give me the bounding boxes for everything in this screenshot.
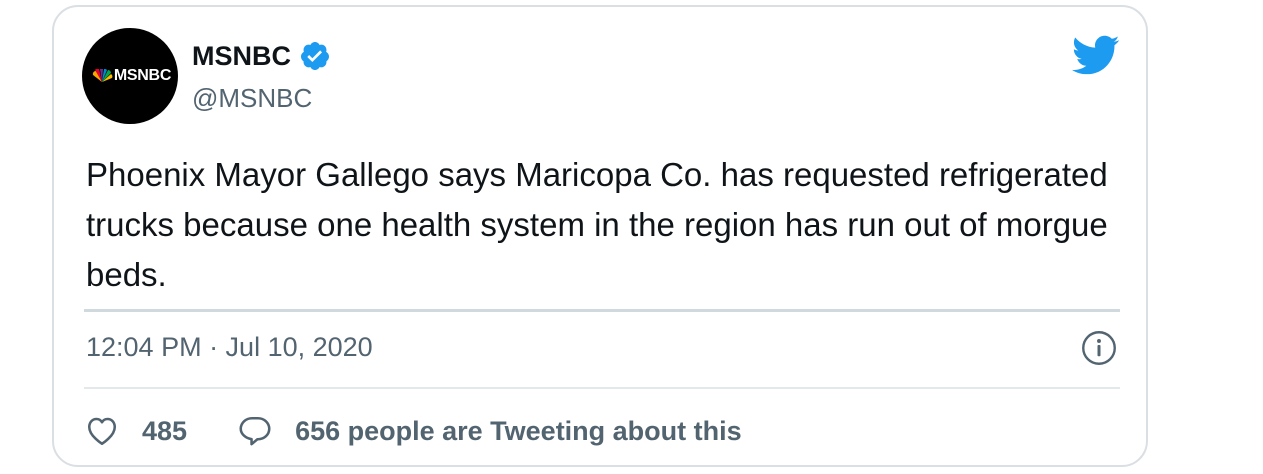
tweet-timestamp[interactable]: 12:04 PM · Jul 10, 2020 (86, 330, 373, 364)
tweet-actions: 485 656 people are Tweeting about this (84, 411, 742, 451)
divider (84, 309, 1120, 312)
avatar[interactable]: MSNBC (82, 28, 178, 124)
like-button[interactable]: 485 (84, 413, 187, 449)
speech-bubble-icon (239, 416, 271, 446)
twitter-bird-icon[interactable] (1070, 34, 1120, 76)
info-icon[interactable] (1081, 330, 1117, 366)
author-name-row: MSNBC (192, 40, 331, 72)
avatar-text: MSNBC (113, 67, 172, 84)
avatar-logo: MSNBC (91, 67, 171, 85)
divider (84, 387, 1120, 389)
author-handle[interactable]: @MSNBC (192, 82, 312, 114)
tweet-text: Phoenix Mayor Gallego says Maricopa Co. … (86, 156, 1108, 293)
author-display-name[interactable]: MSNBC (192, 40, 291, 72)
nbc-peacock-icon (92, 69, 113, 82)
tweet-card[interactable]: MSNBC MSNBC @MSNBC Phoenix Mayor Gallego… (52, 5, 1148, 467)
conversation-count: 656 people are Tweeting about this (295, 416, 742, 446)
like-count: 485 (142, 416, 188, 446)
verified-badge-icon (300, 42, 329, 70)
heart-icon (87, 417, 117, 446)
conversation-button[interactable]: 656 people are Tweeting about this (237, 413, 742, 449)
